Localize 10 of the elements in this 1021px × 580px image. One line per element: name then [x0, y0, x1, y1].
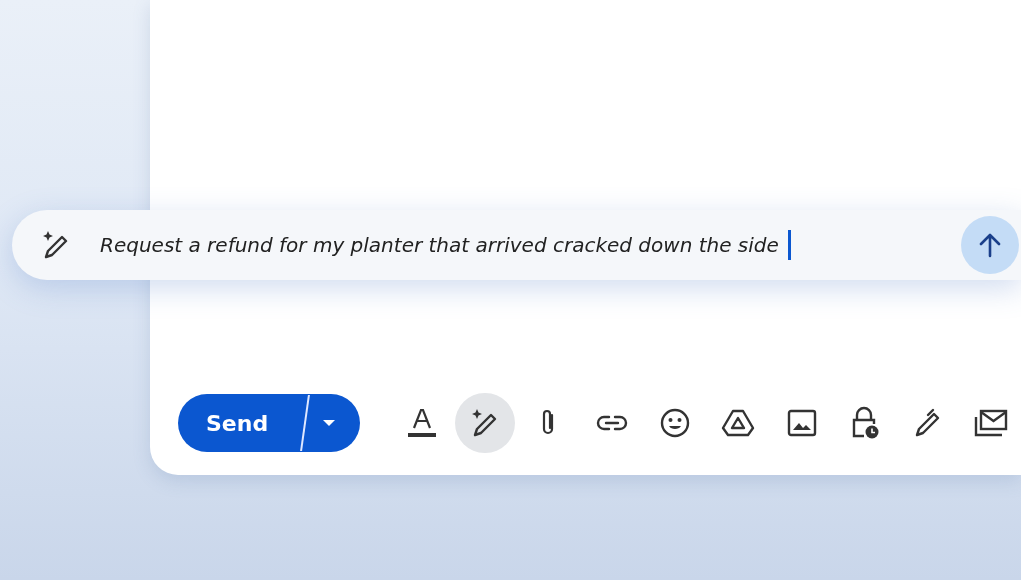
smiley-icon [659, 408, 690, 438]
triangle-drive-icon [721, 409, 756, 437]
image-icon [786, 409, 817, 437]
prompt-field[interactable]: Request a refund for my planter that arrived cracked down the side [100, 233, 784, 257]
up-arrow-icon [978, 232, 1002, 258]
link-icon [595, 414, 628, 432]
envelope-stack-icon [973, 408, 1010, 438]
caret-icon [322, 419, 337, 427]
send-button[interactable]: Send [178, 394, 305, 452]
text-format-icon [405, 406, 438, 440]
